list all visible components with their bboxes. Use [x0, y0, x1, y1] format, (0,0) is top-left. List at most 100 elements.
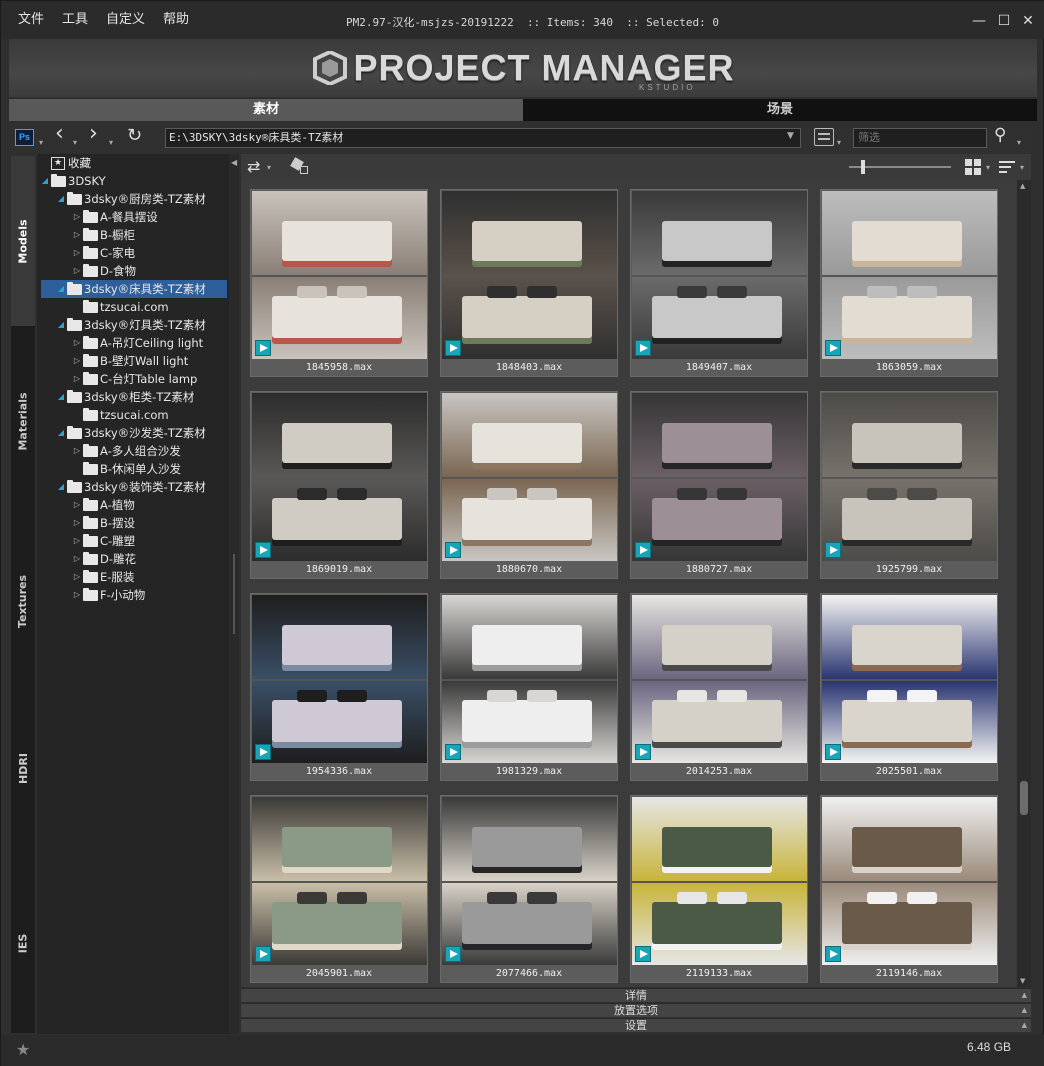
refresh-icon[interactable]: ↻ [127, 127, 142, 145]
asset-card[interactable]: 2045901.max [250, 795, 428, 983]
back-icon[interactable]: ‹ [55, 123, 64, 145]
tree-item[interactable]: ▷ C-家电 [71, 244, 135, 262]
sync-icon[interactable]: ⇄ [247, 157, 260, 176]
sort-dropdown-icon[interactable]: ▾ [1020, 163, 1024, 172]
expand-arrow-icon[interactable]: ▷ [71, 442, 83, 460]
side-tab-ies[interactable]: IES [11, 856, 35, 1031]
menu-customize[interactable]: 自定义 [97, 1, 154, 39]
tab-scenes[interactable]: 场景 [523, 99, 1037, 121]
tree-item[interactable]: ◢ 3dsky®灯具类-TZ素材 [55, 316, 206, 334]
tree-item[interactable]: ▷ B-摆设 [71, 514, 135, 532]
asset-card[interactable]: 1845958.max [250, 189, 428, 377]
expand-arrow-icon[interactable]: ▷ [71, 550, 83, 568]
expand-arrow-icon[interactable]: ▷ [71, 226, 83, 244]
scroll-down-icon[interactable]: ▼ [1020, 977, 1025, 985]
asset-card[interactable]: 2119133.max [630, 795, 808, 983]
collapse-arrow-icon[interactable]: ◢ [55, 190, 67, 208]
collapse-arrow-icon[interactable]: ◢ [55, 316, 67, 334]
tree-item[interactable]: ◢ 3dsky®厨房类-TZ素材 [55, 190, 206, 208]
tree-item[interactable]: tzsucai.com [71, 298, 169, 316]
collapse-icon[interactable]: ▲ [1022, 1019, 1027, 1032]
tree-item[interactable]: ▷ D-雕花 [71, 550, 136, 568]
tree-item[interactable]: B-休闲单人沙发 [71, 460, 181, 478]
side-tab-hdri[interactable]: HDRI [11, 686, 35, 851]
filter-input[interactable]: 筛选 [853, 128, 987, 148]
tree-item[interactable]: ▷ A-吊灯Ceiling light [71, 334, 203, 352]
zoom-slider[interactable] [849, 160, 951, 174]
collapse-arrow-icon[interactable]: ◢ [55, 280, 67, 298]
tree-item[interactable]: ▷ D-食物 [71, 262, 136, 280]
tree-item[interactable]: ▷ C-雕塑 [71, 532, 135, 550]
tree-item[interactable]: tzsucai.com [71, 406, 169, 424]
menu-tools[interactable]: 工具 [53, 1, 97, 39]
expand-arrow-icon[interactable]: ▷ [71, 586, 83, 604]
sort-icon[interactable] [999, 159, 1015, 175]
sync-dropdown-icon[interactable]: ▾ [267, 163, 271, 172]
splitter[interactable]: ◀ [229, 154, 239, 1034]
search-icon[interactable]: ⚲ [994, 126, 1006, 144]
asset-card[interactable]: 1954336.max [250, 593, 428, 781]
menu-file[interactable]: 文件 [9, 1, 53, 39]
side-tab-materials[interactable]: Materials [11, 331, 35, 511]
close-button[interactable]: ✕ [1018, 11, 1038, 31]
asset-card[interactable]: 1863059.max [820, 189, 998, 377]
asset-card[interactable]: 1925799.max [820, 391, 998, 579]
expand-arrow-icon[interactable]: ▷ [71, 334, 83, 352]
tree-item[interactable]: ▷ B-壁灯Wall light [71, 352, 188, 370]
photoshop-icon[interactable]: Ps [15, 129, 34, 146]
minimize-button[interactable]: — [969, 11, 989, 31]
ps-dropdown-icon[interactable]: ▾ [39, 134, 43, 152]
maximize-button[interactable]: ☐ [994, 11, 1014, 31]
checklist-icon[interactable] [814, 128, 834, 146]
details-panel-header[interactable]: 详情 ▲ [241, 988, 1031, 1002]
collapse-icon[interactable]: ▲ [1022, 1004, 1027, 1017]
asset-card[interactable]: 1981329.max [440, 593, 618, 781]
view-dropdown-icon[interactable]: ▾ [986, 163, 990, 172]
asset-card[interactable]: 1880670.max [440, 391, 618, 579]
tree-item[interactable]: ▷ A-多人组合沙发 [71, 442, 181, 460]
collapse-icon[interactable]: ▲ [1022, 989, 1027, 1002]
expand-arrow-icon[interactable]: ▷ [71, 532, 83, 550]
expand-arrow-icon[interactable]: ▷ [71, 496, 83, 514]
checklist-dropdown-icon[interactable]: ▾ [837, 134, 841, 152]
grid-scrollbar[interactable]: ▲ ▼ [1017, 180, 1031, 987]
tree-item[interactable]: ◢ 3dsky®装饰类-TZ素材 [55, 478, 206, 496]
collapse-arrow-icon[interactable]: ◢ [55, 424, 67, 442]
collapse-arrow-icon[interactable]: ◢ [55, 478, 67, 496]
forward-dropdown-icon[interactable]: ▾ [109, 134, 113, 152]
asset-card[interactable]: 1848403.max [440, 189, 618, 377]
tree-item[interactable]: ◢ 3DSKY [39, 172, 106, 190]
expand-arrow-icon[interactable]: ▷ [71, 514, 83, 532]
expand-arrow-icon[interactable]: ▷ [71, 370, 83, 388]
tree-item[interactable]: ◢ 3dsky®床具类-TZ素材 [41, 280, 227, 298]
expand-arrow-icon[interactable]: ▷ [71, 568, 83, 586]
scroll-up-icon[interactable]: ▲ [1020, 182, 1025, 190]
tree-item[interactable]: ★ 收藏 [39, 154, 91, 172]
collapse-arrow-icon[interactable]: ◢ [55, 388, 67, 406]
collapse-arrow-icon[interactable]: ◢ [39, 172, 51, 190]
asset-card[interactable]: 2025501.max [820, 593, 998, 781]
tree-item[interactable]: ◢ 3dsky®沙发类-TZ素材 [55, 424, 206, 442]
expand-arrow-icon[interactable]: ▷ [71, 262, 83, 280]
side-tab-models[interactable]: Models [11, 156, 35, 326]
expand-arrow-icon[interactable]: ▷ [71, 244, 83, 262]
back-dropdown-icon[interactable]: ▾ [73, 134, 77, 152]
tree-item[interactable]: ▷ E-服装 [71, 568, 134, 586]
settings-panel-header[interactable]: 设置 ▲ [241, 1018, 1031, 1032]
grid-view-icon[interactable] [965, 159, 981, 175]
scrollbar-thumb[interactable] [1020, 781, 1028, 815]
forward-icon[interactable]: › [89, 123, 98, 145]
asset-card[interactable]: 2077466.max [440, 795, 618, 983]
tree-item[interactable]: ▷ B-橱柜 [71, 226, 135, 244]
path-dropdown-icon[interactable]: ▼ [787, 131, 794, 141]
menu-help[interactable]: 帮助 [154, 1, 198, 39]
side-tab-textures[interactable]: Textures [11, 511, 35, 691]
tree-item[interactable]: ◢ 3dsky®柜类-TZ素材 [55, 388, 194, 406]
placement-panel-header[interactable]: 放置选项 ▲ [241, 1003, 1031, 1017]
asset-card[interactable]: 1880727.max [630, 391, 808, 579]
expand-arrow-icon[interactable]: ▷ [71, 208, 83, 226]
add-object-icon[interactable] [290, 157, 310, 175]
zoom-slider-handle[interactable] [861, 160, 865, 174]
path-input[interactable]: E:\3DSKY\3dsky®床具类-TZ素材 [165, 128, 801, 148]
tree-item[interactable]: ▷ F-小动物 [71, 586, 145, 604]
